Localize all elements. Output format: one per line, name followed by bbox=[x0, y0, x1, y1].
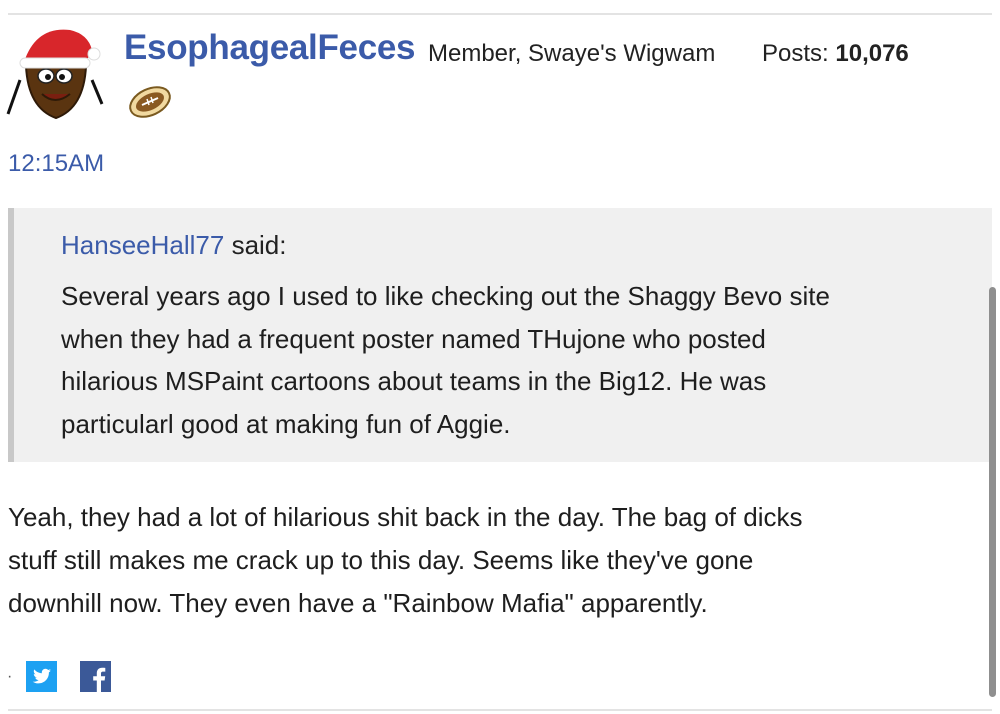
quote-line: Several years ago I used to like checkin… bbox=[61, 281, 830, 311]
quote-block: HanseeHall77 said: Several years ago I u… bbox=[8, 208, 992, 462]
mr-hankey-santa-hat-icon[interactable] bbox=[6, 22, 106, 122]
facebook-icon[interactable] bbox=[80, 661, 111, 692]
quote-header: HanseeHall77 said: bbox=[61, 230, 286, 261]
quote-author-link[interactable]: HanseeHall77 bbox=[61, 230, 224, 260]
post-body: Yeah, they had a lot of hilarious shit b… bbox=[8, 496, 968, 625]
quote-said: said: bbox=[231, 230, 287, 260]
quote-body: Several years ago I used to like checkin… bbox=[61, 275, 981, 445]
top-divider bbox=[8, 13, 992, 15]
scrollbar[interactable] bbox=[989, 287, 996, 697]
post-count: Posts: 10,076 bbox=[762, 40, 909, 68]
football-icon bbox=[129, 86, 171, 118]
quote-line: hilarious MSPaint cartoons about teams i… bbox=[61, 366, 767, 396]
bottom-divider bbox=[8, 709, 992, 711]
posts-label: Posts: bbox=[762, 40, 829, 67]
username-link[interactable]: EsophagealFeces bbox=[124, 28, 416, 68]
posts-count: 10,076 bbox=[835, 40, 909, 67]
post-line: Yeah, they had a lot of hilarious shit b… bbox=[8, 502, 803, 532]
quote-line: when they had a frequent poster named TH… bbox=[61, 323, 766, 354]
twitter-icon[interactable] bbox=[26, 661, 57, 692]
share-separator: · bbox=[7, 668, 13, 685]
member-rank: Member, Swaye's Wigwam bbox=[428, 40, 716, 67]
post-timestamp[interactable]: 12:15AM bbox=[8, 150, 104, 178]
quote-line: particularl good at making fun of Aggie. bbox=[61, 408, 511, 439]
post-line: downhill now. They even have a "Rainbow … bbox=[8, 588, 708, 618]
post-line: stuff still makes me crack up to this da… bbox=[8, 545, 754, 575]
